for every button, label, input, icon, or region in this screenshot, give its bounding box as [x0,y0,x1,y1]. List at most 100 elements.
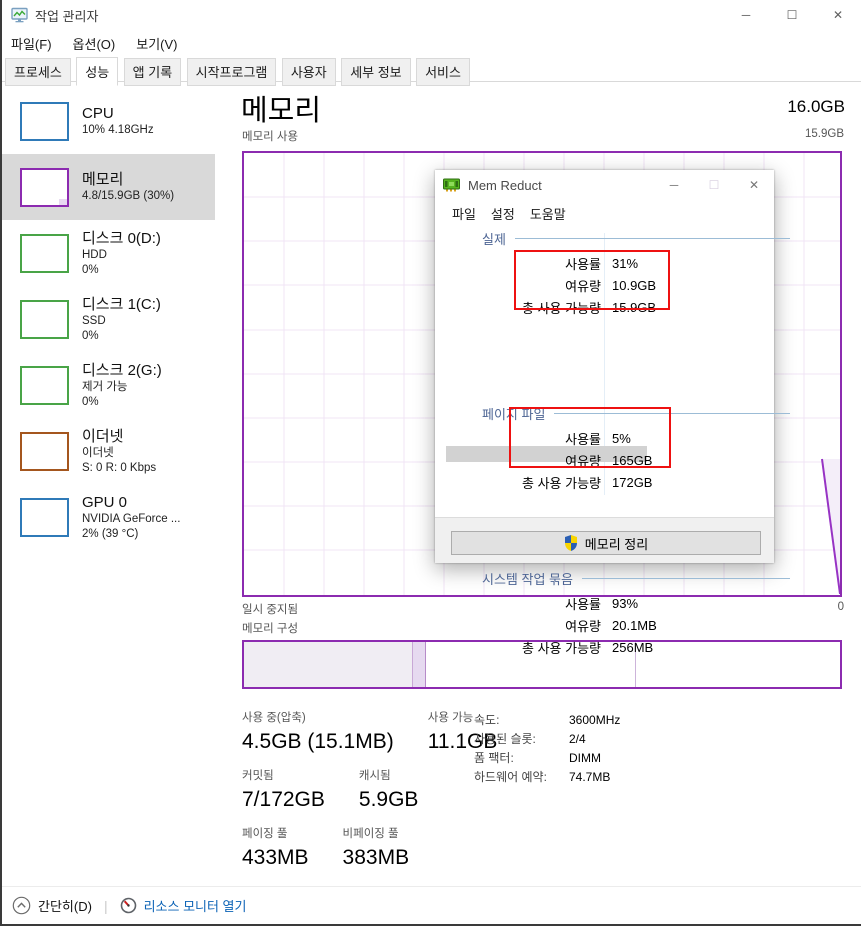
mem-reduct-footer: 메모리 정리 [435,517,774,563]
sidebar-item-ethernet[interactable]: 이더넷 이더넷 S: 0 R: 0 Kbps [2,418,215,484]
detail-label-form-factor: 폼 팩터: [474,749,569,768]
sidebar-item-sub: 제거 가능 [82,380,162,395]
row-label: 사용률 [451,429,601,448]
mem-reduct-menu-file[interactable]: 파일 [452,204,476,223]
cpu-mini-graph [20,102,69,141]
mem-reduct-maximize-button: ☐ [694,170,734,200]
disk2-mini-graph [20,366,69,405]
usage-graph-max: 15.9GB [805,128,844,140]
mem-reduct-menubar: 파일 설정 도움말 [435,200,774,227]
memory-clean-button[interactable]: 메모리 정리 [451,531,761,555]
sidebar-item-sub: SSD [82,314,161,329]
sidebar-item-title: GPU 0 [82,493,180,512]
group-rule [515,238,790,239]
stat-value-cached: 5.9GB [359,788,419,812]
sidebar-item-sub: 4.8/15.9GB (30%) [82,189,174,204]
row-value: 93% [612,596,638,611]
sidebar-item-title: 디스크 1(C:) [82,295,161,314]
sidebar-item-sub: 10% 4.18GHz [82,123,154,138]
row-label: 사용률 [451,594,601,613]
page-title: 메모리 [241,87,321,129]
open-resource-monitor-link[interactable]: 리소스 모니터 열기 [120,896,247,915]
composition-used-segment [244,642,413,687]
mem-reduct-menu-settings[interactable]: 설정 [491,204,515,223]
menu-file[interactable]: 파일(F) [11,34,52,53]
row-value: 10.9GB [612,278,656,293]
detail-label-slots: 사용된 슬롯: [474,730,569,749]
sidebar-item-gpu[interactable]: GPU 0 NVIDIA GeForce ... 2% (39 °C) [2,484,215,550]
row-label: 총 사용 가능량 [451,638,601,657]
composition-modified-segment [413,642,426,687]
mem-reduct-title: Mem Reduct [468,178,542,193]
menu-options[interactable]: 옵션(O) [73,34,116,53]
stat-value-committed: 7/172GB [242,788,325,812]
sidebar-item-disk1[interactable]: 디스크 1(C:) SSD 0% [2,286,215,352]
minimize-button[interactable]: ─ [723,0,769,30]
group-system-working-set: 시스템 작업 묶음 사용률93% 여유량20.1MB 총 사용 가능량256MB [451,569,790,658]
sidebar-item-sub2: 0% [82,329,161,344]
statusbar: 간단히(D) | 리소스 모니터 열기 [2,886,861,924]
stat-label-paged-pool: 페이징 풀 [242,825,309,841]
row-label: 여유량 [451,451,601,470]
group-page-file: 페이지 파일 사용률5% 여유량165GB 총 사용 가능량172GB [451,404,790,493]
sidebar-item-title: 이더넷 [82,427,156,446]
sidebar-item-disk2[interactable]: 디스크 2(G:) 제거 가능 0% [2,352,215,418]
ethernet-mini-graph [20,432,69,471]
open-resource-monitor-label: 리소스 모니터 열기 [144,896,247,915]
memory-stats: 사용 중(압축) 4.5GB (15.1MB) 사용 가능 11.1GB 커밋됨… [242,709,497,883]
graph-paused-status: 일시 중지됨 [242,601,298,617]
group-rule [554,413,790,414]
sidebar-item-memory[interactable]: 메모리 4.8/15.9GB (30%) [2,154,215,220]
disk0-mini-graph [20,234,69,273]
stat-label-cached: 캐시됨 [359,767,419,783]
close-button[interactable]: ✕ [815,0,861,30]
footer-separator: | [104,898,108,914]
task-manager-icon [11,7,28,23]
mem-reduct-close-button[interactable]: ✕ [734,170,774,200]
titlebar: 작업 관리자 ─ ☐ ✕ [2,0,861,30]
ram-chip-icon [443,178,460,192]
group-rule [582,578,790,579]
maximize-button[interactable]: ☐ [769,0,815,30]
row-value: 165GB [612,453,652,468]
usage-graph-label: 메모리 사용 [242,128,298,144]
mem-reduct-dialog: Mem Reduct ─ ☐ ✕ 파일 설정 도움말 실제 사용률31% [435,170,774,563]
disk1-mini-graph [20,300,69,339]
gpu-mini-graph [20,498,69,537]
mem-reduct-titlebar: Mem Reduct ─ ☐ ✕ [435,170,774,200]
row-label: 여유량 [451,616,601,635]
row-value: 172GB [612,475,652,490]
menu-view[interactable]: 보기(V) [136,34,177,53]
row-value: 15.9GB [612,300,656,315]
mem-reduct-body: 실제 사용률31% 여유량10.9GB 총 사용 가능량15.9GB 페이지 파… [435,227,774,517]
sidebar-item-disk0[interactable]: 디스크 0(D:) HDD 0% [2,220,215,286]
group-physical-title: 실제 [482,229,506,248]
tab-performance[interactable]: 성능 [76,57,118,86]
detail-label-speed: 속도: [474,711,569,730]
sidebar-item-cpu[interactable]: CPU 10% 4.18GHz [2,88,215,154]
mem-reduct-menu-help[interactable]: 도움말 [530,204,566,223]
memory-hardware-details: 속도: 3600MHz 사용된 슬롯: 2/4 폼 팩터: DIMM 하드웨어 … [474,711,620,787]
uac-shield-icon [564,535,578,551]
stat-value-nonpaged-pool: 383MB [343,846,410,870]
group-page-file-title: 페이지 파일 [482,404,545,423]
sidebar-item-title: 디스크 2(G:) [82,361,162,380]
memory-mini-graph [20,168,69,207]
memory-clean-button-label: 메모리 정리 [585,534,648,553]
task-manager-window: 작업 관리자 ─ ☐ ✕ 파일(F) 옵션(O) 보기(V) 프로세스 성능 앱… [0,0,861,926]
detail-value-form-factor: DIMM [569,749,601,768]
stat-label-in-use: 사용 중(압축) [242,709,394,725]
row-label: 총 사용 가능량 [451,298,601,317]
sidebar-item-sub2: 0% [82,395,162,410]
memory-capacity: 16.0GB [787,97,845,117]
sidebar-item-title: CPU [82,104,154,123]
stat-value-in-use: 4.5GB (15.1MB) [242,730,394,754]
menubar: 파일(F) 옵션(O) 보기(V) [2,30,861,56]
memory-composition-label: 메모리 구성 [242,620,298,636]
sidebar-item-sub2: 2% (39 °C) [82,527,180,542]
resource-monitor-icon [120,897,137,914]
mem-reduct-minimize-button[interactable]: ─ [654,170,694,200]
sidebar-item-sub2: 0% [82,263,161,278]
fewer-details-button[interactable]: 간단히(D) [12,896,92,915]
memory-mini-graph-fill [59,199,67,205]
